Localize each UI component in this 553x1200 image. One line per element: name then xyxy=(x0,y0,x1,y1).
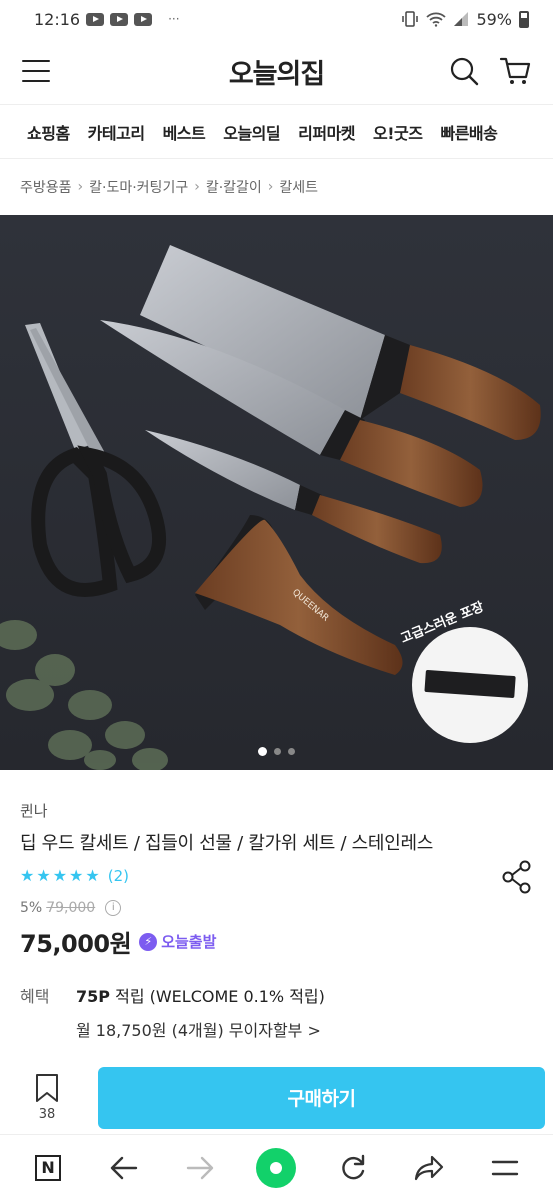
pager-dot[interactable] xyxy=(274,748,281,755)
today-delivery-label: 오늘출발 xyxy=(161,933,217,951)
share-icon[interactable] xyxy=(501,860,533,894)
tab-category[interactable]: 카테고리 xyxy=(88,120,145,144)
original-price: 79,000 xyxy=(46,900,96,916)
youtube-icon xyxy=(134,12,153,26)
chevron-right-icon: › xyxy=(267,179,274,195)
browser-menu-button[interactable] xyxy=(485,1148,525,1188)
battery-percent: 59% xyxy=(476,9,512,29)
arrow-right-icon xyxy=(187,1156,214,1179)
youtube-icon xyxy=(110,12,129,26)
star-icon: ★ xyxy=(52,866,68,885)
star-icon: ★ xyxy=(36,866,51,885)
purchase-bar: 38 구매하기 xyxy=(0,1060,553,1135)
share-arrow-icon xyxy=(414,1155,443,1180)
rating[interactable]: ★ ★ ★ ★ ★ (2) xyxy=(20,866,533,885)
menu-icon[interactable] xyxy=(22,60,50,82)
tab-fast-delivery[interactable]: 빠른배송 xyxy=(440,120,497,144)
product-image-carousel[interactable]: QUEENAR 고급스러운 포장 xyxy=(0,215,553,770)
naver-home-button[interactable]: N xyxy=(28,1148,68,1188)
star-icon: ★ xyxy=(69,866,84,885)
installment-link[interactable]: 월 18,750원 (4개월) 무이자할부 > xyxy=(76,1017,533,1041)
tab-refurb-market[interactable]: 리퍼마켓 xyxy=(298,120,355,144)
app-header: 오늘의집 xyxy=(0,38,553,104)
product-title: 딥 우드 칼세트 / 집들이 선물 / 칼가위 세트 / 스테인레스 xyxy=(20,833,433,854)
status-time: 12:16 xyxy=(34,9,81,29)
star-icon: ★ xyxy=(85,866,100,885)
category-nav: 쇼핑홈 카테고리 베스트 오늘의딜 리퍼마켓 오!굿즈 빠른배송 xyxy=(0,104,553,159)
status-more-dots: ··· xyxy=(168,12,180,26)
price-row: 75,000원 ⚡ 오늘출발 xyxy=(20,924,533,959)
battery-icon xyxy=(519,10,529,28)
share-page-button[interactable] xyxy=(409,1148,449,1188)
bookmark-button[interactable]: 38 xyxy=(22,1073,72,1122)
tab-shopping-home[interactable]: 쇼핑홈 xyxy=(27,120,70,144)
refresh-button[interactable] xyxy=(333,1148,373,1188)
chevron-right-icon: › xyxy=(194,179,200,195)
naver-n-icon: N xyxy=(35,1154,62,1181)
pager-dot[interactable] xyxy=(258,747,267,756)
youtube-icon xyxy=(86,12,105,26)
refresh-icon xyxy=(341,1154,364,1179)
info-icon[interactable]: i xyxy=(105,900,122,916)
knife-set-photo: QUEENAR 고급스러운 포장 xyxy=(0,245,541,770)
green-dot-icon xyxy=(256,1147,297,1188)
discount-row: 5% 79,000 i xyxy=(20,900,533,916)
star-icon: ★ xyxy=(20,866,35,885)
benefit-value: 75P 적립 (WELCOME 0.1% 적립) xyxy=(76,983,325,1007)
bookmark-count: 38 xyxy=(38,1107,56,1122)
lightning-icon: ⚡ xyxy=(139,932,158,951)
breadcrumb-item[interactable]: 주방용품 xyxy=(20,177,72,197)
wifi-icon xyxy=(426,12,447,27)
benefit-label: 혜택 xyxy=(20,987,50,1006)
search-icon[interactable] xyxy=(449,56,479,86)
tab-o-goods[interactable]: 오!굿즈 xyxy=(373,120,423,144)
benefit-row: 혜택 75P 적립 (WELCOME 0.1% 적립) xyxy=(20,983,533,1007)
breadcrumb-item[interactable]: 칼·도마·커팅기구 xyxy=(89,177,188,197)
product-info: 퀸나 딥 우드 칼세트 / 집들이 선물 / 칼가위 세트 / 스테인레스 ★ … xyxy=(0,800,553,1041)
buy-button[interactable]: 구매하기 xyxy=(98,1066,545,1129)
tab-today-deal[interactable]: 오늘의딜 xyxy=(223,120,280,144)
back-button[interactable] xyxy=(104,1148,144,1188)
vibrate-icon xyxy=(402,11,419,27)
discount-rate: 5% xyxy=(20,900,43,916)
status-bar: 12:16 ··· 59% xyxy=(0,0,553,38)
breadcrumb-item[interactable]: 칼·칼갈이 xyxy=(206,177,262,197)
browser-toolbar: N xyxy=(0,1134,553,1200)
chevron-right-icon: › xyxy=(77,179,84,195)
benefit-text: 적립 (WELCOME 0.1% 적립) xyxy=(115,987,325,1006)
carousel-pager xyxy=(0,747,553,756)
cart-icon[interactable] xyxy=(499,56,531,86)
review-count[interactable]: (2) xyxy=(108,867,129,885)
breadcrumb: 주방용품 › 칼·도마·커팅기구 › 칼·칼갈이 › 칼세트 xyxy=(0,159,553,215)
pager-dot[interactable] xyxy=(288,748,295,755)
sale-price: 75,000원 xyxy=(20,930,132,958)
tab-best[interactable]: 베스트 xyxy=(163,120,206,144)
signal-icon xyxy=(454,12,469,26)
benefit-points: 75P xyxy=(76,987,110,1006)
today-delivery-badge: ⚡ 오늘출발 xyxy=(139,931,216,952)
arrow-left-icon xyxy=(111,1156,138,1179)
brand-name[interactable]: 퀸나 xyxy=(20,800,533,821)
breadcrumb-item[interactable]: 칼세트 xyxy=(279,177,318,197)
green-dot-button[interactable] xyxy=(256,1147,297,1188)
forward-button[interactable] xyxy=(180,1148,220,1188)
menu-lines-icon xyxy=(491,1160,519,1175)
bookmark-icon xyxy=(36,1074,58,1102)
